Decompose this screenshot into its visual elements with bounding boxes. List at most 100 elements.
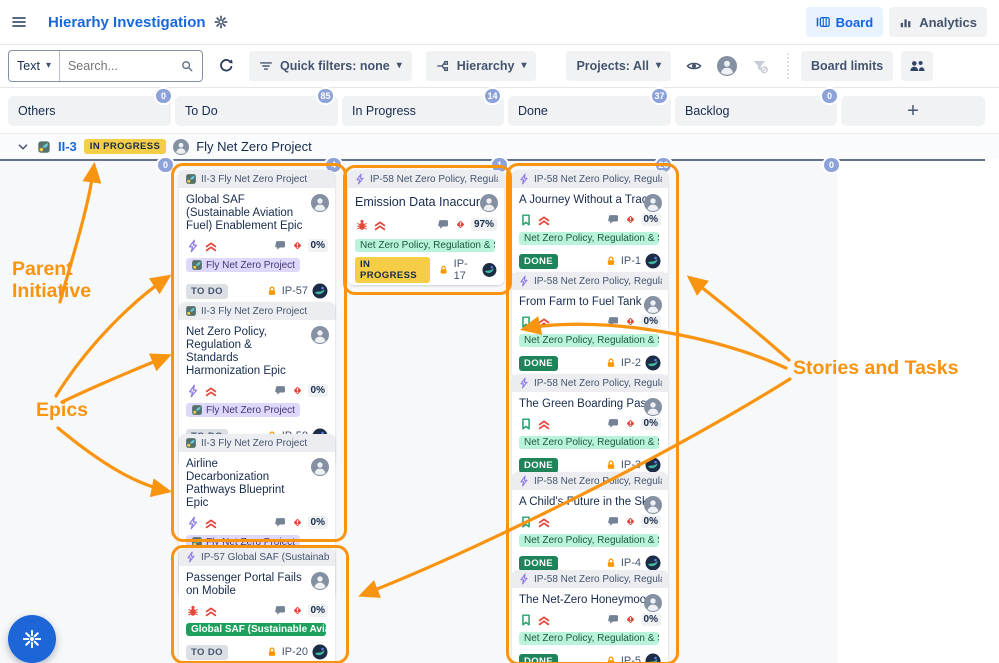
card-ip1[interactable]: IP-58 Net Zero Policy, Regulatio... A Jo…: [512, 170, 668, 276]
refresh-button[interactable]: [211, 51, 241, 81]
projects-label: Projects: All: [576, 58, 649, 73]
epic-icon: [518, 275, 530, 287]
card-ip4[interactable]: IP-58 Net Zero Policy, Regulatio... A Ch…: [512, 472, 668, 578]
card-parent-link[interactable]: IP-58 Net Zero Policy, Regulatio...: [512, 170, 668, 188]
status-badge: TO DO: [186, 644, 228, 660]
card-ip17[interactable]: IP-58 Net Zero Policy, Regulatio... Emis…: [348, 170, 504, 285]
initiative-icon: [191, 536, 203, 548]
estimate-badge: 0%: [307, 384, 328, 397]
tab-analytics[interactable]: Analytics: [889, 7, 987, 37]
card-ip3[interactable]: IP-58 Net Zero Policy, Regulatio... The …: [512, 374, 668, 480]
label-pill[interactable]: Fly Net Zero Project: [186, 403, 300, 417]
card-icon-row: 0%: [519, 416, 661, 431]
view-switcher: Board Analytics: [805, 7, 987, 37]
flagged-icon: [291, 516, 304, 529]
assignee-avatar[interactable]: [311, 572, 329, 590]
card-parent-link[interactable]: II-3 Fly Net Zero Project: [179, 302, 335, 320]
hamburger-menu-button[interactable]: [4, 7, 34, 37]
issue-key[interactable]: IP-3: [621, 459, 641, 471]
column-header-todo[interactable]: To Do: [175, 96, 338, 126]
project-avatar: [482, 262, 497, 278]
epic-icon: [518, 377, 530, 389]
hierarchy-icon: [436, 59, 450, 73]
label-pill[interactable]: Fly Net Zero Project: [186, 258, 300, 272]
projects-filter-button[interactable]: Projects: All ▾: [566, 50, 671, 81]
quick-filters-button[interactable]: Quick filters: none ▾: [248, 50, 412, 81]
issue-key[interactable]: IP-4: [621, 557, 641, 569]
column-count-badge: 0: [822, 89, 837, 103]
assignee-avatar[interactable]: [480, 194, 498, 212]
card-title: A Journey Without a Trace: [519, 194, 654, 206]
card-footer: DONE IP-2: [519, 354, 661, 372]
assignee-avatar[interactable]: [644, 398, 662, 416]
issue-key[interactable]: IP-20: [282, 646, 308, 658]
issue-key[interactable]: IP-1: [621, 255, 641, 267]
label-pill[interactable]: Net Zero Policy, Regulation & Sta...: [519, 436, 659, 449]
card-parent-link[interactable]: II-3 Fly Net Zero Project: [179, 434, 335, 452]
swimlane-issue-key[interactable]: II-3: [58, 139, 77, 154]
issue-key[interactable]: IP-5: [621, 655, 641, 663]
column-header-others[interactable]: Others: [8, 96, 171, 126]
issue-key[interactable]: IP-2: [621, 357, 641, 369]
card-parent-link[interactable]: IP-58 Net Zero Policy, Regulatio...: [512, 472, 668, 490]
label-pill[interactable]: Net Zero Policy, Regulation & Sta...: [519, 632, 659, 645]
watch-button[interactable]: [679, 51, 709, 81]
label-pill[interactable]: Net Zero Policy, Regulation & Sta...: [519, 534, 659, 547]
card-parent-link[interactable]: IP-58 Net Zero Policy, Regulatio...: [348, 170, 504, 188]
assignee-avatar[interactable]: [311, 194, 329, 212]
card-parent-link[interactable]: IP-58 Net Zero Policy, Regulatio...: [512, 570, 668, 588]
card-ip5[interactable]: IP-58 Net Zero Policy, Regulatio... The …: [512, 570, 668, 663]
app-header: Hierarhy Investigation Board Analytics: [0, 0, 999, 45]
priority-highest-icon: [537, 213, 551, 227]
board-limits-button[interactable]: Board limits: [800, 50, 894, 81]
card-parent-link[interactable]: IP-58 Net Zero Policy, Regulatio...: [512, 374, 668, 392]
assignee-avatar[interactable]: [644, 296, 662, 314]
card-ip57[interactable]: II-3 Fly Net Zero Project Global SAF (Su…: [179, 170, 335, 321]
user-avatar[interactable]: [717, 56, 737, 76]
label-pill[interactable]: Net Zero Policy, Regulation & Sta...: [519, 232, 659, 245]
card-icon-row: 0%: [186, 238, 328, 253]
ai-assistant-button[interactable]: [8, 615, 56, 663]
clear-filters-button-disabled[interactable]: [745, 51, 775, 81]
gear-icon[interactable]: [214, 15, 228, 29]
card-parent-link[interactable]: IP-58 Net Zero Policy, Regulatio...: [512, 272, 668, 290]
card-parent-link[interactable]: IP-57 Global SAF (Sustainable A...: [179, 548, 335, 566]
search-type-select[interactable]: Text ▾: [9, 50, 60, 81]
search-input[interactable]: [59, 58, 180, 73]
assignee-avatar[interactable]: [644, 194, 662, 212]
assignee-avatar[interactable]: [644, 496, 662, 514]
label-pill[interactable]: Net Zero Policy, Regulation & Sta...: [355, 239, 495, 252]
add-column-button[interactable]: +: [841, 96, 985, 126]
chevron-down-icon[interactable]: [16, 140, 30, 154]
issue-key[interactable]: IP-17: [454, 258, 478, 282]
issue-key[interactable]: IP-57: [282, 285, 308, 297]
chevron-down-icon: ▾: [655, 60, 661, 71]
card-parent-link[interactable]: II-3 Fly Net Zero Project: [179, 170, 335, 188]
card-ip2[interactable]: IP-58 Net Zero Policy, Regulatio... From…: [512, 272, 668, 378]
column-header-done[interactable]: Done: [508, 96, 671, 126]
hierarchy-button[interactable]: Hierarchy ▾: [425, 50, 537, 81]
assignee-avatar[interactable]: [311, 326, 329, 344]
label-pill[interactable]: Global SAF (Sustainable Aviation...: [186, 623, 326, 636]
card-ip20[interactable]: IP-57 Global SAF (Sustainable A... Passe…: [179, 548, 335, 663]
column-name: To Do: [185, 104, 218, 118]
project-avatar: [312, 644, 328, 660]
column-header-backlog[interactable]: Backlog: [675, 96, 837, 126]
card-body: A Child's Future in the Sky 0% Net Zero …: [512, 490, 668, 578]
lane-count-badge: 0: [824, 158, 839, 172]
estimate-badge: 0%: [307, 239, 328, 252]
comment-icon: [274, 384, 287, 397]
tab-board[interactable]: Board: [805, 7, 884, 37]
assignee-avatar[interactable]: [311, 458, 329, 476]
label-pill[interactable]: Net Zero Policy, Regulation & Sta...: [519, 334, 659, 347]
column-header-inprogress[interactable]: In Progress: [342, 96, 504, 126]
swimlane-header[interactable]: II-3 IN PROGRESS Fly Net Zero Project: [0, 133, 999, 159]
label-pill[interactable]: Fly Net Zero Project: [186, 535, 300, 549]
assignees-button[interactable]: [901, 50, 934, 81]
parent-link-label: IP-58 Net Zero Policy, Regulatio...: [534, 475, 662, 487]
estimate-badge: 0%: [640, 315, 661, 328]
epic-icon: [186, 384, 200, 398]
assignee-avatar[interactable]: [644, 594, 662, 612]
label-text: Net Zero Policy, Regulation & Sta...: [524, 633, 659, 644]
flagged-icon: [624, 315, 637, 328]
